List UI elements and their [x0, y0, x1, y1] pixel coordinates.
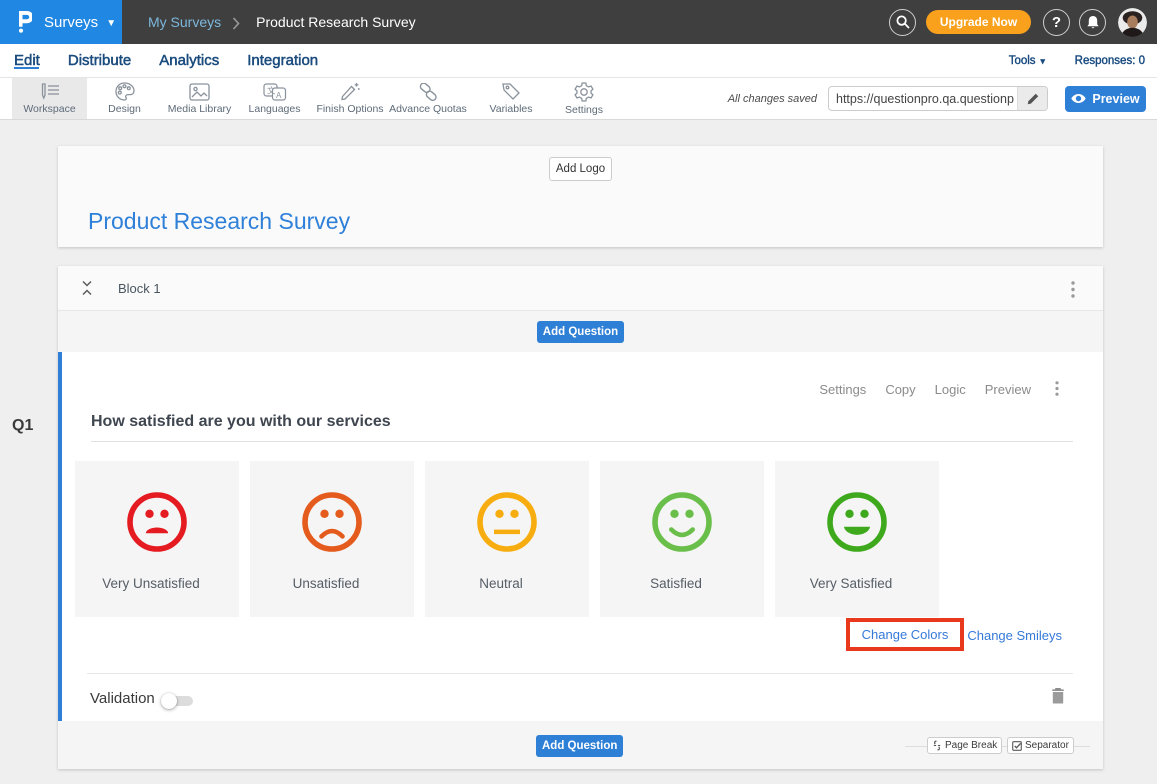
svg-text:A: A: [276, 90, 282, 99]
svg-text:文: 文: [267, 85, 276, 95]
